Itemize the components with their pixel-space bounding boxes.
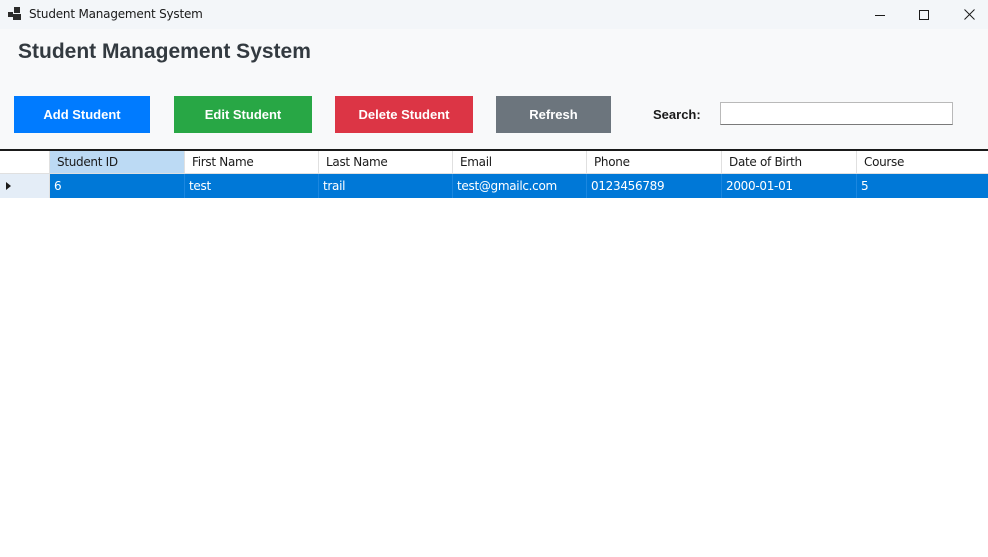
search-input[interactable] (720, 102, 953, 125)
cell-last-name[interactable]: trail (319, 174, 453, 198)
column-header-student-id[interactable]: Student ID (50, 151, 185, 174)
maximize-button[interactable] (901, 0, 947, 29)
cell-email[interactable]: test@gmailc.com (453, 174, 587, 198)
row-header-corner[interactable] (0, 151, 50, 174)
column-header-email[interactable]: Email (453, 151, 587, 174)
column-header-date-of-birth[interactable]: Date of Birth (722, 151, 857, 174)
search-label: Search: (653, 107, 701, 122)
column-header-first-name[interactable]: First Name (185, 151, 319, 174)
cell-phone[interactable]: 0123456789 (587, 174, 722, 198)
window-title: Student Management System (29, 7, 203, 21)
student-grid[interactable]: Student ID First Name Last Name Email Ph… (0, 149, 988, 557)
minimize-button[interactable] (857, 0, 903, 29)
add-student-button[interactable]: Add Student (14, 96, 150, 133)
cell-first-name[interactable]: test (185, 174, 319, 198)
column-header-course[interactable]: Course (857, 151, 988, 174)
minimize-icon (875, 14, 885, 16)
page-title: Student Management System (18, 40, 311, 63)
column-header-phone[interactable]: Phone (587, 151, 722, 174)
cell-student-id[interactable]: 6 (50, 174, 185, 198)
edit-student-button[interactable]: Edit Student (174, 96, 312, 133)
column-header-last-name[interactable]: Last Name (319, 151, 453, 174)
maximize-icon (919, 9, 929, 20)
app-icon (8, 7, 21, 20)
current-row-arrow-icon (6, 182, 11, 190)
close-button[interactable] (946, 0, 988, 29)
close-icon (963, 9, 975, 20)
table-row[interactable]: 6 test trail test@gmailc.com 0123456789 … (0, 174, 988, 198)
title-bar: Student Management System (0, 0, 988, 29)
cell-course[interactable]: 5 (857, 174, 988, 198)
delete-student-button[interactable]: Delete Student (335, 96, 473, 133)
refresh-button[interactable]: Refresh (496, 96, 611, 133)
cell-date-of-birth[interactable]: 2000-01-01 (722, 174, 857, 198)
row-selector[interactable] (0, 174, 50, 198)
grid-header: Student ID First Name Last Name Email Ph… (0, 151, 988, 174)
